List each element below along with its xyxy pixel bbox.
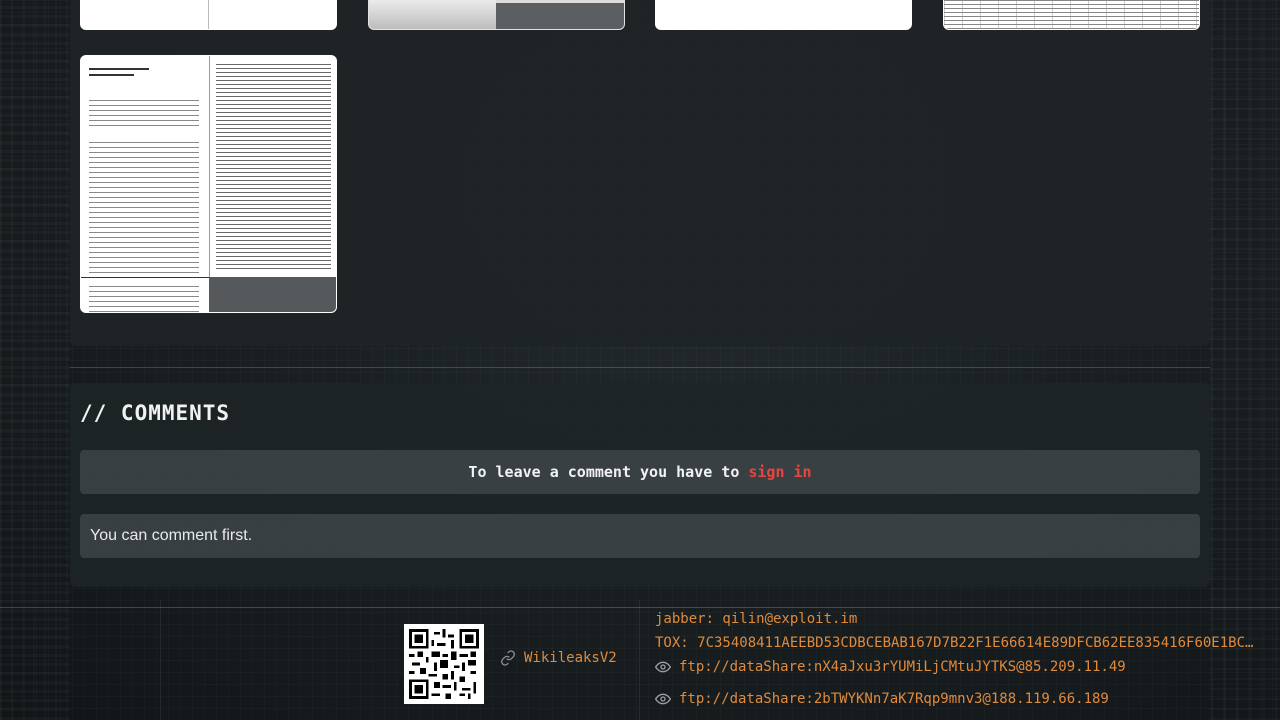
wikileaks-link[interactable]: WikileaksV2 bbox=[500, 650, 617, 666]
gallery-thumbnail[interactable] bbox=[943, 0, 1200, 30]
qr-code bbox=[404, 624, 484, 704]
comments-heading: // COMMENTS bbox=[80, 401, 231, 425]
gallery-thumbnail[interactable] bbox=[368, 0, 625, 30]
empty-comments-message: You can comment first. bbox=[80, 514, 1200, 558]
signin-prompt-text: To leave a comment you have to bbox=[468, 463, 740, 481]
ftp-link-label: ftp://dataShare:nX4aJxu3rYUMiLjCMtuJYTKS… bbox=[679, 659, 1126, 675]
gallery-thumbnail[interactable] bbox=[80, 0, 337, 30]
section-divider bbox=[70, 367, 1210, 368]
wikileaks-link-label: WikileaksV2 bbox=[524, 650, 617, 666]
sign-in-link[interactable]: sign in bbox=[748, 463, 811, 481]
background-pattern-left bbox=[0, 0, 70, 720]
ftp-link[interactable]: ftp://dataShare:2bTWYKNn7aK7Rqp9mnv3@188… bbox=[655, 691, 1275, 707]
qr-code-graphic bbox=[409, 629, 479, 699]
comments-section: // COMMENTS To leave a comment you have … bbox=[70, 383, 1210, 587]
gallery-thumbnail-income-statement[interactable] bbox=[80, 55, 337, 313]
eye-icon bbox=[655, 661, 671, 673]
ftp-link[interactable]: ftp://dataShare:nX4aJxu3rYUMiLjCMtuJYTKS… bbox=[655, 659, 1275, 675]
link-icon bbox=[501, 650, 515, 666]
tox-contact[interactable]: TOX: 7C35408411AEEBD53CDBCEBAB167D7B22F1… bbox=[655, 635, 1275, 651]
gallery-thumbnail[interactable] bbox=[655, 0, 912, 30]
ftp-link-label: ftp://dataShare:2bTWYKNn7aK7Rqp9mnv3@188… bbox=[679, 691, 1109, 707]
signin-prompt-box: To leave a comment you have to sign in bbox=[80, 450, 1200, 494]
jabber-contact[interactable]: jabber: qilin@exploit.im bbox=[655, 611, 1275, 627]
eye-icon bbox=[655, 693, 671, 705]
gallery-panel bbox=[70, 0, 1210, 346]
